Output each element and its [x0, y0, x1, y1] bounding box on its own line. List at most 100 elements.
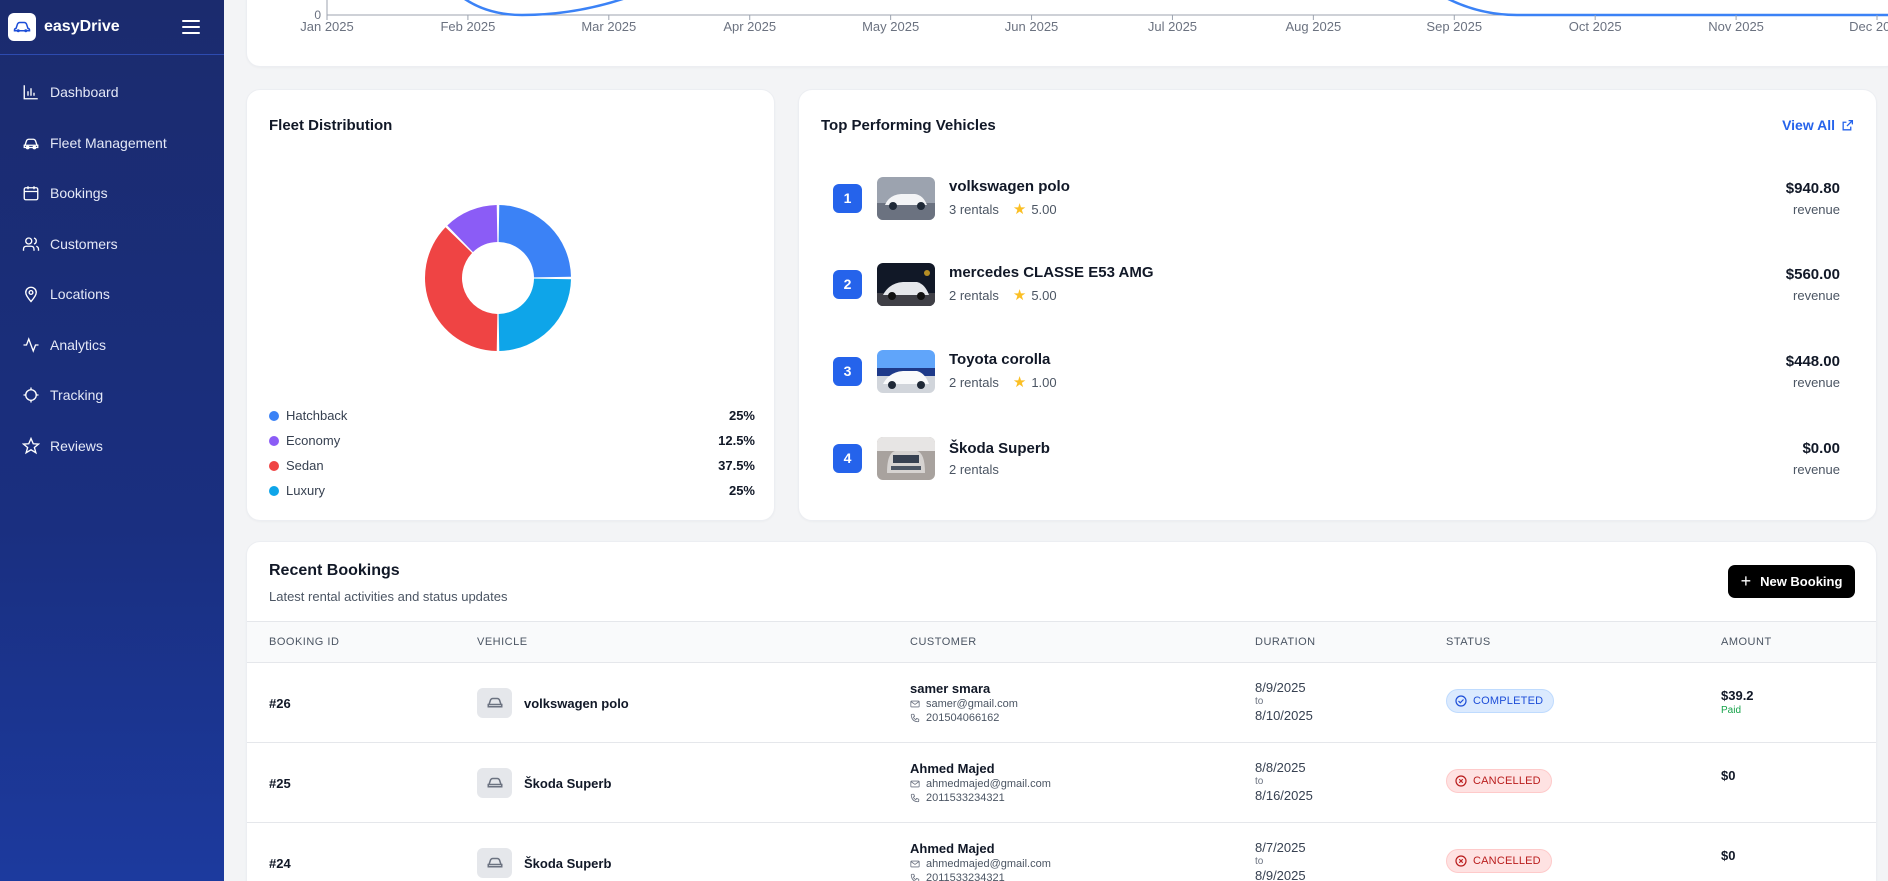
- vehicle-row[interactable]: 1 volkswagen polo 3 rentals ★ 5.00 $940.…: [833, 173, 1840, 223]
- card-subtitle: Latest rental activities and status upda…: [269, 589, 508, 604]
- sidebar-item-locations[interactable]: Locations: [0, 269, 224, 320]
- customer-phone: 201504066162: [926, 712, 1000, 724]
- sidebar-item-label: Locations: [50, 286, 110, 303]
- phone-icon: [910, 873, 920, 881]
- new-booking-button[interactable]: + New Booking: [1728, 565, 1855, 598]
- vehicle-thumbnail: [877, 176, 935, 220]
- donut-slice-sedan[interactable]: [425, 227, 498, 351]
- payment-status: Paid: [1721, 705, 1742, 716]
- app-name: easyDrive: [44, 18, 120, 35]
- date-separator: to: [1255, 855, 1264, 867]
- revenue-amount: $448.00: [1785, 352, 1840, 370]
- x-tick-label: Jun 2025: [1005, 19, 1058, 34]
- customer-email: ahmedmajed@gmail.com: [926, 858, 1051, 870]
- mail-icon: [910, 700, 920, 708]
- legend-item-hatchback: Hatchback 25%: [269, 403, 755, 428]
- car-icon: [477, 768, 512, 798]
- donut-slice-luxury[interactable]: [498, 278, 571, 351]
- booking-amount: $39.2: [1721, 688, 1754, 703]
- sidebar: easyDrive Dashboard Fleet Management Boo…: [0, 0, 224, 881]
- x-tick-label: Dec 2025: [1849, 19, 1888, 34]
- customer-email: samer@gmail.com: [926, 698, 1018, 710]
- rank-badge: 1: [833, 183, 862, 213]
- x-circle-icon: [1455, 855, 1467, 867]
- customer-name: Ahmed Majed: [910, 761, 995, 776]
- booking-id: #26: [269, 696, 291, 711]
- booking-id: #24: [269, 856, 291, 871]
- legend-dot: [269, 485, 279, 496]
- phone-icon: [910, 713, 920, 723]
- rating-value: 5.00: [1031, 287, 1057, 303]
- fleet-distribution-card: Fleet Distribution Hatchback 25% Economy…: [246, 89, 775, 521]
- revenue-amount: $560.00: [1785, 265, 1840, 283]
- x-tick-label: Mar 2025: [581, 19, 636, 34]
- table-row[interactable]: #24 Škoda Superb Ahmed Majed ahmedmajed@…: [247, 823, 1876, 881]
- recent-bookings-card: Recent Bookings Latest rental activities…: [246, 541, 1877, 881]
- start-date: 8/7/2025: [1255, 840, 1306, 855]
- car-icon: [477, 688, 512, 718]
- sidebar-item-label: Customers: [50, 235, 118, 252]
- sidebar-item-reviews[interactable]: Reviews: [0, 421, 224, 472]
- vehicle-thumbnail: [877, 262, 935, 306]
- donut-slice-hatchback[interactable]: [498, 205, 571, 278]
- rank-badge: 2: [833, 269, 862, 299]
- column-header: AMOUNT: [1721, 636, 1772, 648]
- legend-label: Luxury: [286, 483, 326, 498]
- revenue-trend-card: 0 Jan 2025 Feb 2025 Mar 2025 Apr 2025 May 20…: [246, 0, 1888, 67]
- card-title: Top Performing Vehicles: [821, 117, 996, 134]
- legend-value: 25%: [728, 408, 755, 423]
- date-separator: to: [1255, 695, 1264, 707]
- status-label: CANCELLED: [1473, 775, 1541, 787]
- booking-amount: $0: [1721, 848, 1736, 863]
- sidebar-item-label: Analytics: [50, 336, 107, 353]
- legend-dot: [269, 410, 279, 421]
- status-badge: CANCELLED: [1446, 769, 1552, 793]
- vehicle-row[interactable]: 3 Toyota corolla 2 rentals ★ 1.00 $448.0…: [833, 346, 1840, 396]
- legend-item-economy: Economy 12.5%: [269, 428, 755, 453]
- car-logo-icon: [8, 13, 36, 41]
- hamburger-menu-icon[interactable]: [180, 16, 202, 38]
- star-icon: ★: [1012, 374, 1027, 391]
- legend-label: Hatchback: [286, 408, 348, 423]
- column-header: STATUS: [1446, 636, 1491, 648]
- trend-chart: 0 Jan 2025 Feb 2025 Mar 2025 Apr 2025 May 20…: [300, 0, 1888, 34]
- customer-phone: 2011533234321: [926, 792, 1005, 804]
- rental-count: 2 rentals: [949, 374, 999, 390]
- vehicle-name: volkswagen polo: [524, 695, 629, 711]
- revenue-label: revenue: [1793, 461, 1840, 477]
- rank-badge: 4: [833, 443, 862, 473]
- x-tick-label: Jan 2025: [300, 19, 354, 34]
- legend-dot: [269, 460, 279, 471]
- sidebar-item-tracking[interactable]: Tracking: [0, 370, 224, 421]
- new-booking-label: New Booking: [1760, 574, 1843, 589]
- revenue-amount: $940.80: [1785, 179, 1840, 197]
- legend-value: 37.5%: [718, 458, 755, 473]
- sidebar-item-fleet-management[interactable]: Fleet Management: [0, 118, 224, 169]
- sidebar-nav: Dashboard Fleet Management Bookings Cust…: [0, 55, 224, 471]
- vehicle-name: Škoda Superb: [524, 855, 612, 871]
- card-title: Recent Bookings: [269, 562, 400, 579]
- sidebar-item-customers[interactable]: Customers: [0, 219, 224, 270]
- view-all-link[interactable]: View All: [1782, 117, 1854, 133]
- legend-label: Economy: [286, 433, 341, 448]
- sidebar-item-analytics[interactable]: Analytics: [0, 320, 224, 371]
- x-tick-label: Apr 2025: [723, 19, 776, 34]
- sidebar-item-dashboard[interactable]: Dashboard: [0, 67, 224, 118]
- customer-name: samer smara: [910, 681, 991, 696]
- customer-email: ahmedmajed@gmail.com: [926, 778, 1051, 790]
- sidebar-item-bookings[interactable]: Bookings: [0, 168, 224, 219]
- sidebar-item-label: Tracking: [50, 387, 104, 404]
- star-icon: ★: [1012, 201, 1027, 218]
- vehicle-row[interactable]: 2 mercedes CLASSE E53 AMG 2 rentals ★ 5.…: [833, 259, 1840, 309]
- column-header: DURATION: [1255, 636, 1316, 648]
- table-row[interactable]: #26 volkswagen polo samer smara samer@gm…: [247, 663, 1876, 743]
- table-row[interactable]: #25 Škoda Superb Ahmed Majed ahmedmajed@…: [247, 743, 1876, 823]
- fleet-legend: Hatchback 25% Economy 12.5% Sedan 37.5% …: [269, 403, 755, 503]
- status-badge: CANCELLED: [1446, 849, 1552, 873]
- revenue-amount: $0.00: [1802, 439, 1840, 457]
- crosshair-icon: [23, 387, 39, 403]
- fleet-donut-chart: [425, 205, 571, 351]
- vehicle-row[interactable]: 4 Škoda Superb 2 rentals $0.00 revenue: [833, 433, 1840, 483]
- plus-icon: +: [1740, 571, 1752, 591]
- rental-count: 2 rentals: [949, 461, 999, 477]
